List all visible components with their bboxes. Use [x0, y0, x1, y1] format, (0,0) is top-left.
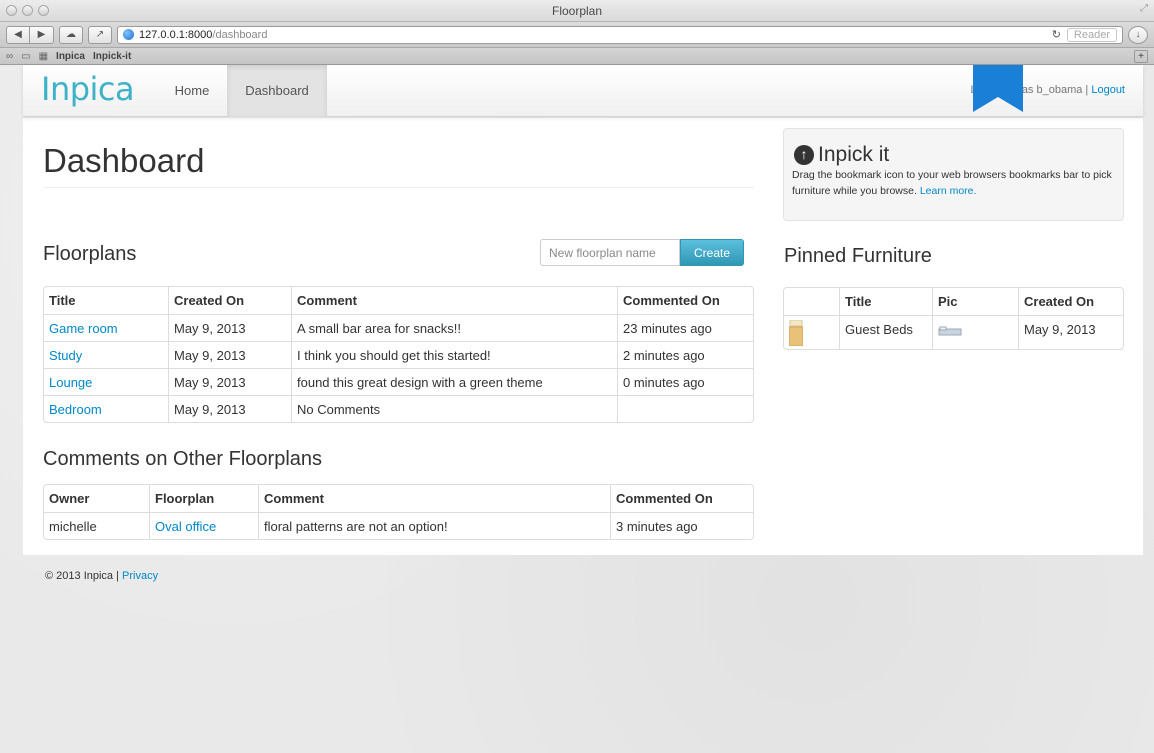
- commented-cell: 2 minutes ago: [617, 341, 753, 368]
- inpick-title: ↑ Inpick it: [794, 143, 889, 167]
- column-header: Title: [49, 293, 76, 308]
- comment-cell: No Comments: [291, 395, 617, 422]
- table-row: Study May 9, 2013 I think you should get…: [44, 341, 753, 368]
- reading-list-icon[interactable]: ∞: [6, 51, 13, 62]
- furniture-pic-cell: [932, 315, 1018, 349]
- commented-cell: 0 minutes ago: [617, 368, 753, 395]
- nav-dashboard-link[interactable]: Dashboard: [227, 65, 327, 117]
- url-path: /dashboard: [212, 28, 268, 41]
- comment-cell: found this great design with a green the…: [291, 368, 617, 395]
- furniture-thumbnail[interactable]: [788, 319, 804, 347]
- furniture-title-cell: Guest Beds: [839, 315, 932, 349]
- reload-icon[interactable]: ↻: [1052, 28, 1061, 41]
- column-header: [784, 288, 839, 315]
- bookmark-ribbon-icon[interactable]: [973, 65, 1023, 112]
- web-page: Inpica Home Dashboard Logged in as b_oba…: [0, 65, 1154, 753]
- column-header: Comment: [258, 485, 610, 512]
- table-header-row: Owner Floorplan Comment Commented On: [44, 485, 753, 512]
- cloud-button[interactable]: ☁: [59, 25, 83, 44]
- pinned-table: Title Pic Created On Guest Beds May 9, 2…: [783, 287, 1124, 350]
- furniture-thumb-cell: [784, 315, 839, 349]
- table-row: Lounge May 9, 2013 found this great desi…: [44, 368, 753, 395]
- bookmark-inpick-it[interactable]: Inpick-it: [93, 51, 131, 62]
- table-row: Bedroom May 9, 2013 No Comments: [44, 395, 753, 422]
- page-footer: © 2013 Inpica | Privacy: [45, 570, 158, 582]
- column-header: Title: [839, 288, 932, 315]
- logout-link[interactable]: Logout: [1091, 84, 1125, 96]
- column-header: Commented On: [617, 287, 753, 314]
- browser-toolbar: ◀ ▶ ☁ ↗ 127.0.0.1:8000/dashboard ↻ Reade…: [0, 22, 1154, 48]
- cloud-icon: ☁: [66, 29, 76, 40]
- learn-more-link[interactable]: Learn more.: [920, 185, 977, 197]
- url-host: 127.0.0.1:8000: [139, 28, 213, 41]
- fullscreen-icon[interactable]: ⤢: [1140, 3, 1148, 14]
- share-button[interactable]: ↗: [88, 25, 112, 44]
- column-header: Created On: [1018, 288, 1123, 315]
- window-titlebar: Floorplan ⤢: [0, 0, 1154, 22]
- commented-cell: 3 minutes ago: [610, 512, 753, 539]
- pinned-heading: Pinned Furniture: [784, 245, 932, 267]
- comment-cell: I think you should get this started!: [291, 341, 617, 368]
- floorplans-table: Title Created On Comment Commented On Ga…: [43, 286, 754, 423]
- main-content: Dashboard Floorplans Create Title Create…: [23, 118, 1143, 555]
- column-header: Commented On: [610, 485, 753, 512]
- download-icon: ↓: [1135, 29, 1141, 40]
- created-cell: May 9, 2013: [168, 395, 291, 422]
- furniture-pic[interactable]: [938, 326, 962, 338]
- forward-button[interactable]: ▶: [30, 25, 54, 44]
- column-header: Pic: [932, 288, 1018, 315]
- floorplan-link[interactable]: Study: [49, 348, 82, 363]
- reader-button[interactable]: Reader: [1066, 27, 1117, 42]
- table-header-row: Title Created On Comment Commented On: [44, 287, 753, 314]
- share-icon: ↗: [95, 29, 105, 40]
- comment-cell: floral patterns are not an option!: [258, 512, 610, 539]
- bookmarks-book-icon[interactable]: ▭: [21, 51, 30, 62]
- page-title: Dashboard: [43, 142, 205, 179]
- nav-home-link[interactable]: Home: [157, 65, 227, 117]
- column-header: Comment: [291, 287, 617, 314]
- privacy-link[interactable]: Privacy: [122, 570, 158, 582]
- back-button[interactable]: ◀: [6, 25, 30, 44]
- new-floorplan-input[interactable]: [540, 239, 680, 266]
- comment-cell: A small bar area for snacks!!: [291, 314, 617, 341]
- commented-cell: 23 minutes ago: [617, 314, 753, 341]
- commented-cell: [617, 395, 753, 422]
- floorplan-link[interactable]: Game room: [49, 321, 118, 336]
- table-row: Guest Beds May 9, 2013: [784, 315, 1123, 349]
- table-header-row: Title Pic Created On: [784, 288, 1123, 315]
- comments-table: Owner Floorplan Comment Commented On mic…: [43, 484, 754, 540]
- created-cell: May 9, 2013: [168, 368, 291, 395]
- table-row: michelle Oval office floral patterns are…: [44, 512, 753, 539]
- column-header: Floorplan: [149, 485, 258, 512]
- comments-heading: Comments on Other Floorplans: [43, 448, 323, 470]
- column-header: Created On: [168, 287, 291, 314]
- created-cell: May 9, 2013: [168, 341, 291, 368]
- created-cell: May 9, 2013: [168, 314, 291, 341]
- new-tab-button[interactable]: +: [1134, 49, 1148, 63]
- column-header: Owner: [49, 491, 90, 506]
- floorplan-link[interactable]: Oval office: [155, 519, 216, 534]
- table-row: Game room May 9, 2013 A small bar area f…: [44, 314, 753, 341]
- copyright-text: © 2013 Inpica |: [45, 570, 123, 582]
- owner-cell: michelle: [44, 512, 149, 539]
- address-bar[interactable]: 127.0.0.1:8000/dashboard ↻ Reader: [117, 25, 1123, 44]
- brand-logo[interactable]: Inpica: [41, 70, 135, 108]
- floorplans-heading: Floorplans: [43, 243, 137, 265]
- window-title: Floorplan: [551, 4, 603, 18]
- floorplan-link[interactable]: Bedroom: [49, 402, 102, 417]
- inpick-description: Drag the bookmark icon to your web brows…: [792, 167, 1122, 199]
- inpick-title-text: Inpick it: [818, 143, 890, 166]
- arrow-up-circle-icon: ↑: [794, 145, 814, 165]
- inpick-panel: ↑ Inpick it Drag the bookmark icon to yo…: [783, 128, 1124, 221]
- floorplan-link[interactable]: Lounge: [49, 375, 92, 390]
- bookmark-inpica[interactable]: Inpica: [56, 51, 85, 62]
- create-floorplan-button[interactable]: Create: [680, 239, 744, 266]
- bookmarks-bar: ∞ ▭ ▦ Inpica Inpick-it +: [0, 48, 1154, 65]
- globe-icon: [123, 29, 134, 40]
- downloads-button[interactable]: ↓: [1128, 25, 1148, 44]
- furniture-created-cell: May 9, 2013: [1018, 315, 1123, 349]
- title-divider: [43, 187, 754, 188]
- history-buttons: ◀ ▶: [6, 25, 54, 44]
- top-sites-icon[interactable]: ▦: [39, 51, 48, 62]
